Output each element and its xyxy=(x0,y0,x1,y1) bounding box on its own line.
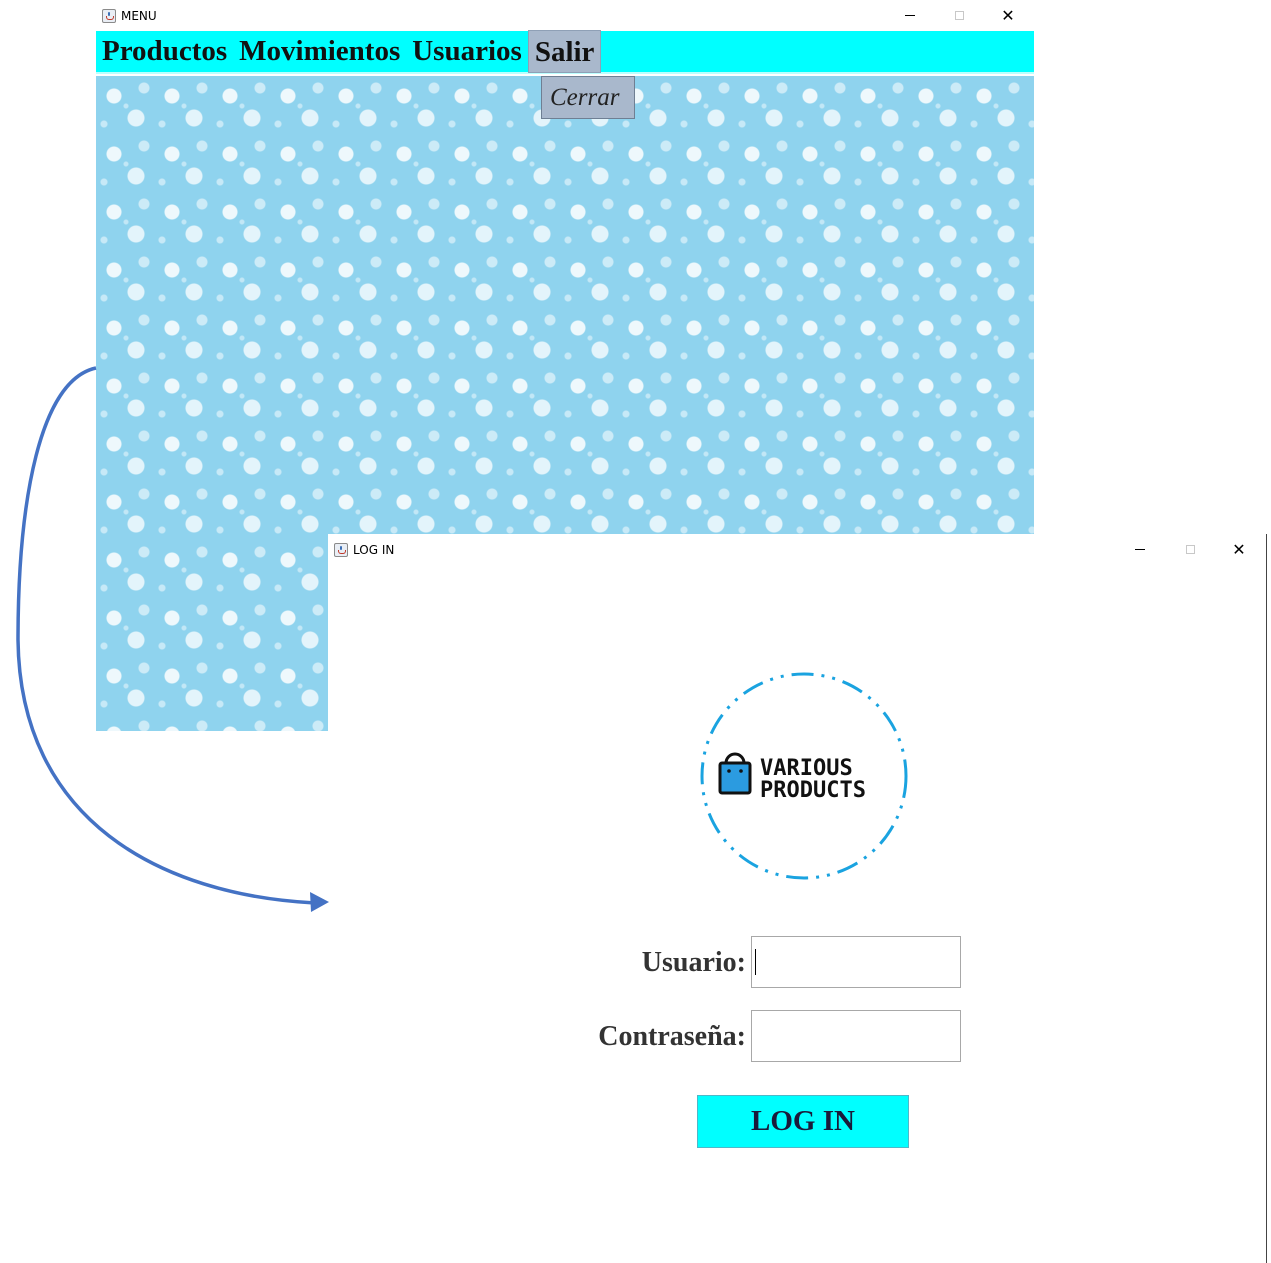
annotation-arrow xyxy=(16,366,329,912)
arrow-head-icon xyxy=(310,892,329,912)
